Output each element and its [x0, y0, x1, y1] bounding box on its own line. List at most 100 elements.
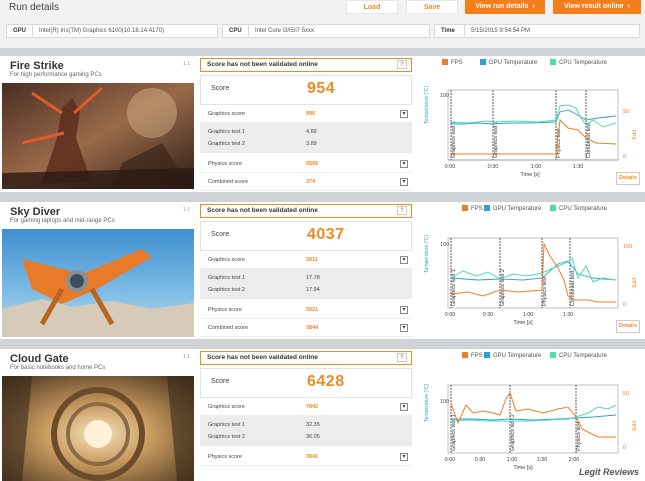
expand-toggle-icon[interactable]: ▾	[400, 256, 408, 264]
x-tick: 2:00	[569, 457, 580, 463]
legend-fps: FPS	[442, 58, 463, 68]
graphics-test1-row: Graphics test 1 17.78	[200, 272, 412, 284]
fps-axis-label: FPS	[630, 278, 636, 288]
legend-fps-label: FPS	[471, 353, 483, 359]
graphics-score-value: 7842	[306, 404, 319, 410]
x-tick: 0:30	[475, 457, 486, 463]
test-version: 1.0	[183, 207, 190, 213]
graphics-test1-value: 32.35	[306, 422, 320, 428]
gpu-swatch	[480, 59, 486, 65]
graphics-score-label: Graphics score	[208, 111, 245, 117]
combined-score-row[interactable]: Combined score 3844 ▾	[200, 319, 412, 337]
y-right-tick: 50	[623, 391, 629, 397]
details-button[interactable]: Details	[616, 172, 640, 185]
y-right-tick: 0	[623, 445, 626, 451]
expand-toggle-icon[interactable]: ▾	[400, 403, 408, 411]
gpu-label: GPU	[7, 25, 33, 37]
physics-score-label: Physics score	[208, 454, 242, 460]
graphics-score-label: Graphics score	[208, 404, 245, 410]
combined-score-value: 3844	[306, 325, 319, 331]
help-icon[interactable]: ?	[397, 353, 407, 362]
graphics-score-row[interactable]: Graphics score 7842 ▾	[200, 398, 412, 416]
chart-plot-sd: Temperature [°C] 100 100 0 FPS Graphics …	[424, 234, 636, 326]
test-info: Sky Diver For gaming laptops and mid-ran…	[0, 202, 196, 339]
validation-notice: Score has not been validated online?	[200, 351, 412, 365]
score-section: Score has not been validated online? Sco…	[200, 351, 412, 466]
cpu-swatch	[550, 205, 556, 211]
score-box: Score 4037	[200, 221, 412, 251]
physics-score-label: Physics score	[208, 307, 242, 313]
chart-legend: FPS GPU Temperature CPU Temperature	[418, 204, 644, 214]
cpu-value: Intel Core i3/i5/i7 5xxx	[255, 28, 315, 34]
run-details-header: Run details Load Save View run details › …	[0, 0, 645, 48]
expand-toggle-icon[interactable]: ▾	[400, 160, 408, 168]
physics-score-label: Physics score	[208, 161, 242, 167]
physics-score-value: 5566	[306, 161, 319, 167]
test-version: 1.1	[183, 354, 190, 360]
fps-axis-label: FPS	[630, 421, 636, 431]
combined-score-row[interactable]: Combined score 374 ▾	[200, 173, 412, 191]
combined-score-label: Combined score	[208, 325, 249, 331]
section-label: Graphics test 2	[500, 269, 506, 306]
temp-axis-label: Temperature [°C]	[424, 234, 430, 272]
physics-score-value: 3941	[306, 454, 319, 460]
temp-axis-label: Temperature [°C]	[424, 383, 430, 421]
cloud-gate-panel: Cloud Gate For basic notebooks and home …	[0, 349, 645, 481]
expand-toggle-icon[interactable]: ▾	[400, 453, 408, 461]
physics-score-value: 5021	[306, 307, 319, 313]
validation-notice: Score has not been validated online?	[200, 58, 412, 72]
watermark: Legit Reviews	[578, 467, 639, 477]
legend-gpu-label: GPU Temperature	[489, 60, 538, 66]
sky-diver-panel: Sky Diver For gaming laptops and mid-ran…	[0, 202, 645, 339]
expand-toggle-icon[interactable]: ▾	[400, 324, 408, 332]
graphics-test1-value: 4.89	[306, 129, 317, 135]
test-name: Sky Diver	[10, 206, 61, 218]
save-button[interactable]: Save	[406, 0, 458, 14]
plot-frame	[447, 89, 619, 161]
time-info: Time 5/15/2015 9:54:54 PM	[434, 24, 640, 38]
view-result-online-button[interactable]: View result online ›	[553, 0, 641, 14]
graphics-score-row[interactable]: Graphics score 996 ▾	[200, 105, 412, 123]
expand-toggle-icon[interactable]: ▾	[400, 178, 408, 186]
gpu-swatch	[484, 205, 490, 211]
x-tick: 1:30	[573, 164, 584, 170]
fps-line	[450, 391, 616, 438]
cloud-gate-artwork	[2, 376, 194, 481]
physics-score-row[interactable]: Physics score 5566 ▾	[200, 155, 412, 173]
fps-swatch	[462, 205, 468, 211]
x-tick: 1:00	[531, 164, 542, 170]
score-value: 6428	[307, 373, 345, 390]
gpu-temp-line	[451, 414, 617, 421]
graphics-test2-label: Graphics test 2	[208, 141, 245, 147]
help-icon[interactable]: ?	[397, 206, 407, 215]
graphics-score-row[interactable]: Graphics score 3911 ▾	[200, 251, 412, 269]
graphics-test2-label: Graphics test 2	[208, 434, 245, 440]
y-right-tick: 0	[623, 154, 626, 160]
help-icon[interactable]: ?	[397, 60, 407, 69]
validation-notice-text: Score has not been validated online	[207, 207, 318, 214]
physics-score-row[interactable]: Physics score 3941 ▾	[200, 448, 412, 466]
validation-notice-text: Score has not been validated online	[207, 61, 318, 68]
graphics-test1-label: Graphics test 1	[208, 129, 245, 135]
legend-cpu-label: CPU Temperature	[559, 206, 607, 212]
legend-cpu-label: CPU Temperature	[559, 60, 607, 66]
expand-toggle-icon[interactable]: ▾	[400, 110, 408, 118]
validation-notice-text: Score has not been validated online	[207, 354, 318, 361]
test-subtitle: For high performance gaming PCs	[10, 72, 102, 78]
load-button[interactable]: Load	[346, 0, 398, 14]
section-dividers	[450, 90, 587, 160]
graphics-test1-row: Graphics test 1 4.89	[200, 126, 412, 138]
page-title: Run details	[9, 2, 60, 13]
combined-score-label: Combined score	[208, 179, 249, 185]
legend-gpu: GPU Temperature	[484, 204, 541, 214]
x-tick: 0:00	[445, 312, 456, 318]
score-value: 4037	[307, 226, 345, 243]
view-run-details-button[interactable]: View run details ›	[465, 0, 545, 14]
legend-cpu: CPU Temperature	[550, 58, 607, 68]
details-button[interactable]: Details	[616, 320, 640, 333]
expand-toggle-icon[interactable]: ▾	[400, 306, 408, 314]
monitoring-chart: FPS GPU Temperature CPU Temperature Temp…	[418, 204, 644, 333]
score-label: Score	[211, 378, 230, 385]
fire-strike-panel: Fire Strike For high performance gaming …	[0, 56, 645, 192]
physics-score-row[interactable]: Physics score 5021 ▾	[200, 301, 412, 319]
